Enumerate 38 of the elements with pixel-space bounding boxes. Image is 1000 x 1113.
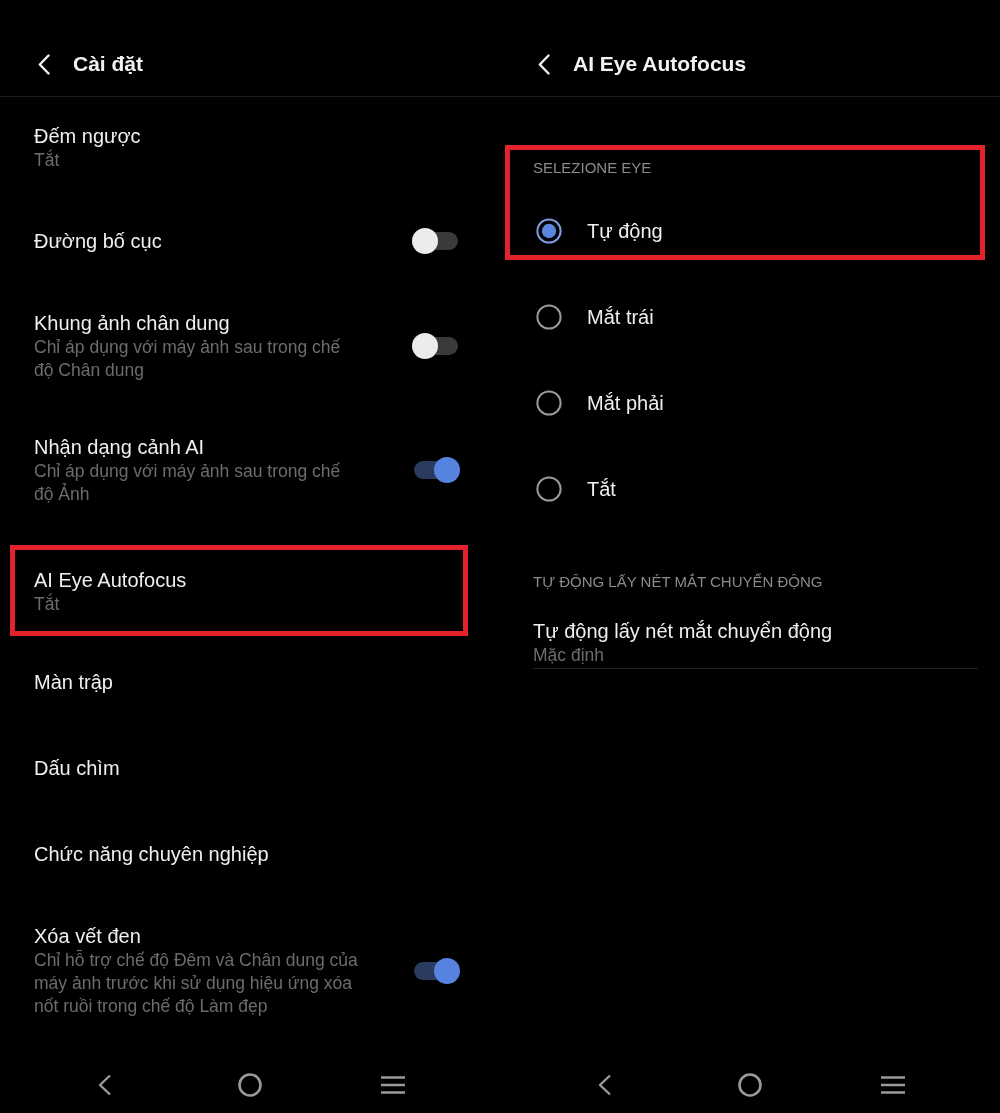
toggle-switch[interactable] bbox=[412, 457, 460, 483]
screen-title: AI Eye Autofocus bbox=[573, 51, 747, 77]
option-label[interactable]: Mắt trái bbox=[587, 304, 654, 330]
setting-title: Khung ảnh chân dung bbox=[34, 311, 230, 336]
menu-icon[interactable] bbox=[380, 1075, 406, 1095]
setting-value: Tắt bbox=[34, 593, 60, 616]
radio-button[interactable] bbox=[536, 304, 562, 330]
setting-title[interactable]: Đếm ngược bbox=[34, 123, 141, 149]
setting-title: Xóa vết đen bbox=[34, 924, 141, 949]
setting-title[interactable]: AI Eye Autofocus bbox=[34, 567, 187, 593]
section-header: TỰ ĐỘNG LẤY NÉT MẮT CHUYỂN ĐỘNG bbox=[533, 572, 823, 592]
radio-button[interactable] bbox=[536, 476, 562, 502]
option-label[interactable]: Tắt bbox=[587, 476, 616, 502]
back-icon[interactable] bbox=[98, 1074, 112, 1096]
home-icon[interactable] bbox=[238, 1073, 262, 1097]
toggle-switch[interactable] bbox=[412, 333, 460, 359]
toggle-switch[interactable] bbox=[412, 228, 460, 254]
option-label[interactable]: Mắt phải bbox=[587, 390, 664, 416]
setting-title[interactable]: Màn trập bbox=[34, 669, 113, 695]
setting-value: Mặc định bbox=[533, 644, 604, 667]
setting-description: Chỉ áp dụng với máy ảnh sau trong chế độ Chân dung bbox=[34, 336, 342, 382]
back-icon[interactable] bbox=[598, 1074, 612, 1096]
menu-icon[interactable] bbox=[880, 1075, 906, 1095]
radio-button[interactable] bbox=[536, 218, 562, 244]
screen-title: Cài đặt bbox=[73, 51, 143, 77]
setting-value: Tắt bbox=[34, 149, 60, 172]
setting-title: Nhận dạng cảnh AI bbox=[34, 435, 205, 460]
option-label[interactable]: Tự động bbox=[587, 218, 663, 244]
setting-title: Đường bố cục bbox=[34, 229, 162, 254]
radio-button[interactable] bbox=[536, 390, 562, 416]
setting-title[interactable]: Tự động lấy nét mắt chuyển động bbox=[533, 618, 833, 644]
setting-title[interactable]: Chức năng chuyên nghiệp bbox=[34, 841, 269, 867]
toggle-switch[interactable] bbox=[412, 957, 460, 984]
setting-title[interactable]: Dấu chìm bbox=[34, 755, 120, 781]
section-header: SELEZIONE EYE bbox=[533, 158, 652, 178]
setting-description: Chỉ áp dụng với máy ảnh sau trong chế độ Ảnh bbox=[34, 460, 342, 506]
home-icon[interactable] bbox=[738, 1073, 762, 1097]
setting-description: Chỉ hỗ trợ chế độ Đêm và Chân dung của máy ảnh trước khi sử dụng hiệu ứng xóa nốt ruồi trong chế độ Làm đẹp bbox=[34, 949, 359, 1018]
